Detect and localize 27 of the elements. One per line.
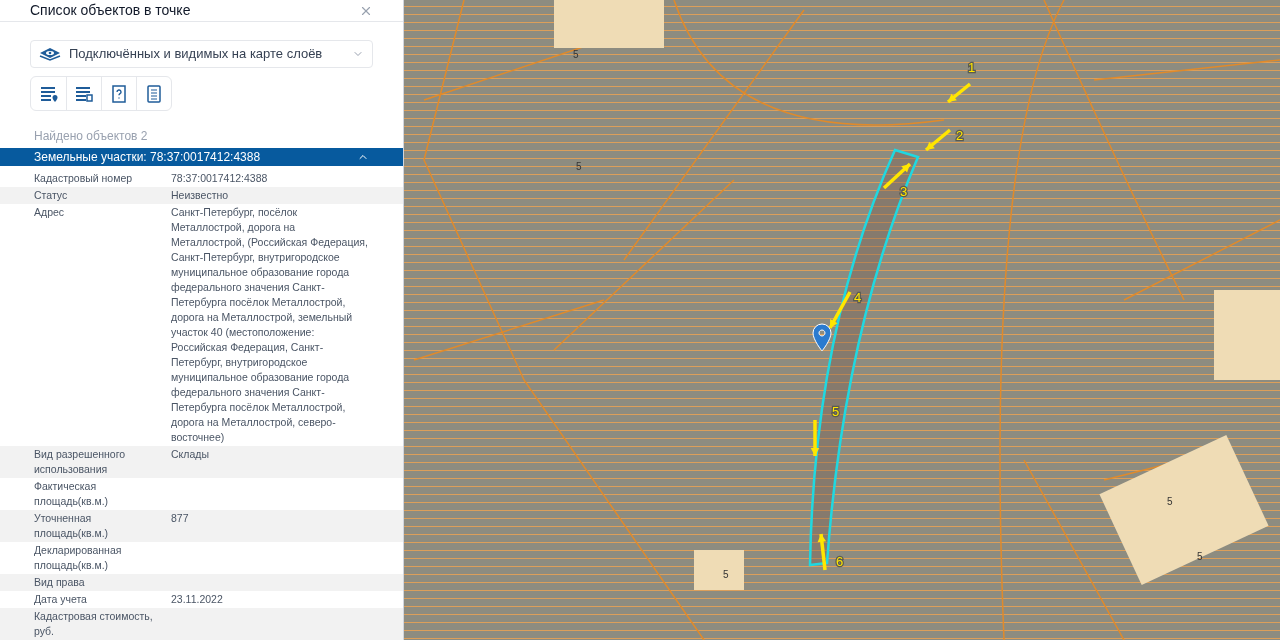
parcel-label: 5 (1167, 496, 1173, 507)
attribute-name: Вид права (34, 575, 86, 590)
attribute-value: 23.11.2022 (171, 592, 224, 607)
attribute-value: 877 (171, 511, 190, 526)
attribute-name: Кадастровая стоимость, руб. (34, 609, 154, 639)
layer-select[interactable]: Подключённых и видимых на карте слоёв (30, 40, 373, 68)
parcel-label: 5 (723, 569, 729, 580)
attribute-name: Вид разрешенного использования (34, 447, 127, 477)
parcel-label: 5 (573, 49, 579, 60)
arrow-label: 4 (854, 290, 862, 305)
arrow-label: 5 (832, 404, 840, 419)
attribute-name: Дата учета (34, 592, 88, 607)
attribute-name: Уточненная площадь(кв.м.) (34, 511, 110, 541)
parcel-label: 5 (576, 161, 582, 172)
attribute-value: Неизвестно (171, 188, 230, 203)
attribute-value: Санкт-Петербург, посёлок Металлострой, дорога на Металлострой, (Российская Федерация, Санкт-Петербург, внутригородское муниципальное образование города федерального значения Санкт-Петербурга посёлок Металлострой, дорога на Металлострой, земельный участок 40 (местоположение: Российская Федерация, Санкт-Петербург, внутригородское муниципальное образование города федерального значения Санкт-Петербурга посёлок Металлострой, дорога на Металлострой, северо-восточнее) (171, 205, 369, 445)
attribute-name: Кадастровый номер (34, 171, 134, 186)
parcel-label: 5 (1197, 551, 1203, 562)
attribute-name: Декларированная площадь(кв.м.) (34, 543, 123, 573)
panel-title: Список объектов в точке (30, 1, 191, 20)
attribute-name: Статус (34, 188, 69, 203)
attribute-value: Склады (171, 447, 210, 462)
section-header[interactable]: Земельные участки: 78:37:0017412:4388 (0, 148, 403, 166)
found-count: Найдено объектов 2 (34, 129, 148, 143)
attribute-value: 78:37:0017412:4388 (171, 171, 269, 186)
attribute-name: Фактическая площадь(кв.м.) (34, 479, 110, 509)
attribute-name: Адрес (34, 205, 66, 220)
